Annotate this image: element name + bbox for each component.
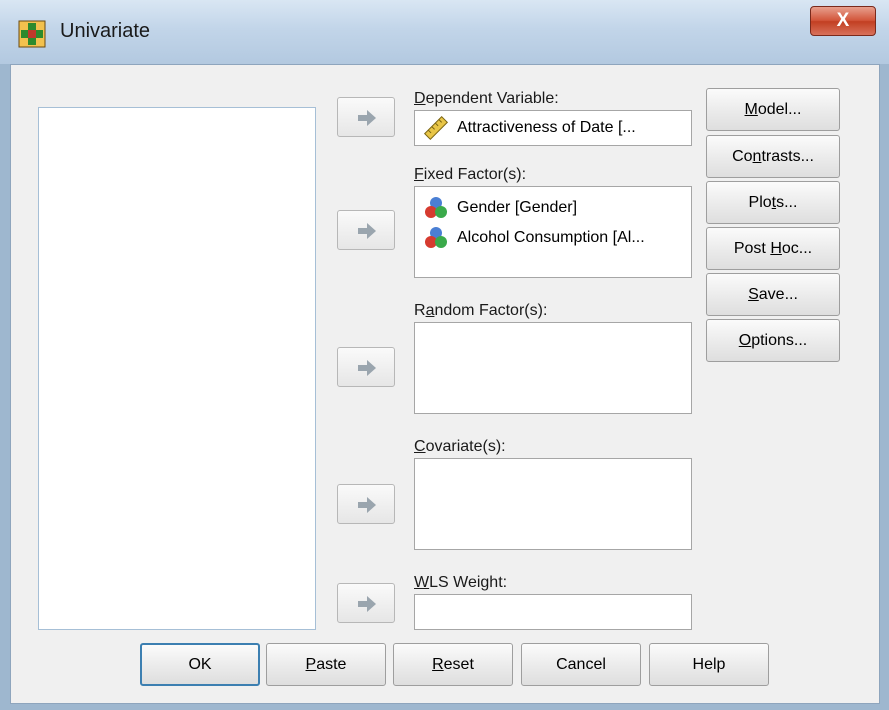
covariates-label: Covariate(s): [414,438,506,455]
plots-button[interactable]: Plots... [706,181,840,224]
window-title: Univariate [60,20,151,42]
dependent-variable-item[interactable]: Attractiveness of Date [... [423,115,636,141]
reset-button[interactable]: Reset [393,643,513,686]
random-factors-list[interactable] [414,322,692,414]
help-button[interactable]: Help [649,643,769,686]
wls-weight-label: WLS Weight: [414,574,508,591]
variable-list[interactable] [38,107,316,630]
save-button[interactable]: Save... [706,273,840,316]
list-item-label: Gender [Gender] [457,199,578,216]
ruler-icon [423,115,449,141]
wls-weight-field[interactable] [414,594,692,630]
move-to-covariates-button[interactable] [337,484,395,524]
paste-button[interactable]: Paste [266,643,386,686]
options-button[interactable]: Options... [706,319,840,362]
move-to-fixed-button[interactable] [337,210,395,250]
app-icon [18,20,46,48]
dependent-variable-field[interactable]: Attractiveness of Date [... [414,110,692,146]
fixed-factors-label: Fixed Factor(s): [414,166,527,183]
covariates-list[interactable] [414,458,692,550]
ok-button[interactable]: OK [140,643,260,686]
move-to-random-button[interactable] [337,347,395,387]
three-circles-icon [425,227,447,248]
random-factors-label: Random Factor(s): [414,302,548,319]
title-bar: Univariate X [0,0,889,64]
move-to-dependent-button[interactable] [337,97,395,137]
move-to-wls-button[interactable] [337,583,395,623]
right-arrow-icon [358,360,376,376]
three-circles-icon [425,197,447,218]
right-arrow-icon [358,223,376,239]
univariate-dialog: Univariate X Dependent Variable: Attract… [0,0,889,710]
list-item[interactable]: Alcohol Consumption [Al... [423,225,645,251]
fixed-factors-list[interactable]: Gender [Gender] Alcohol Consumption [Al.… [414,186,692,278]
post-hoc-button[interactable]: Post Hoc... [706,227,840,270]
list-item[interactable]: Gender [Gender] [423,195,577,221]
list-item-label: Alcohol Consumption [Al... [457,229,645,246]
right-arrow-icon [358,110,376,126]
model-button[interactable]: Model... [706,88,840,131]
dependent-variable-text: Attractiveness of Date [... [457,119,636,136]
cancel-button[interactable]: Cancel [521,643,641,686]
contrasts-button[interactable]: Contrasts... [706,135,840,178]
right-arrow-icon [358,596,376,612]
right-arrow-icon [358,497,376,513]
close-button[interactable]: X [810,6,876,36]
dependent-variable-label: Dependent Variable: [414,90,559,107]
